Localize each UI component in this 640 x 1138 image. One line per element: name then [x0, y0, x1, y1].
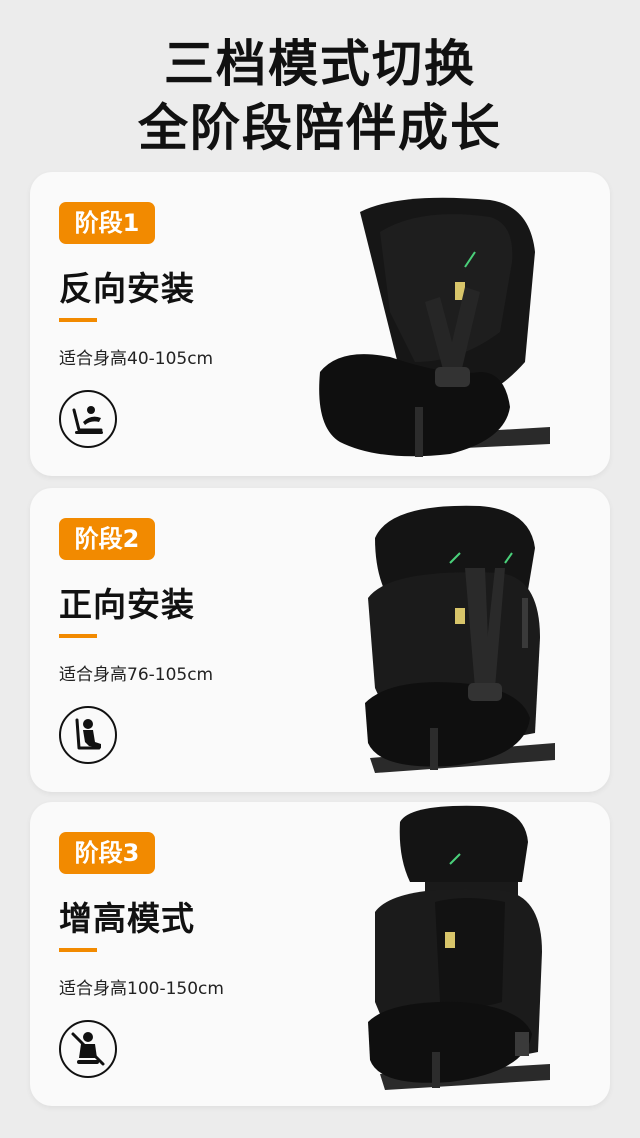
page-title-line2: 全阶段陪伴成长 — [138, 99, 502, 157]
stage-card-1: 阶段1 反向安装 适合身高40-105cm — [30, 172, 610, 476]
stage-mode-title: 反向安装 — [59, 269, 195, 308]
stage-card-3: 阶段3 增高模式 适合身高100-150cm — [30, 802, 610, 1106]
accent-divider — [59, 318, 97, 322]
stage-height-range: 适合身高76-105cm — [59, 665, 214, 685]
stage-badge: 阶段1 — [59, 202, 155, 244]
stage-badge: 阶段2 — [59, 518, 155, 560]
car-seat-forward-facing-image — [365, 505, 555, 773]
rear-facing-infant-seat-icon — [59, 390, 117, 448]
stage-height-range: 适合身高40-105cm — [59, 349, 214, 369]
page-title-line1: 三档模式切换 — [164, 35, 476, 93]
forward-facing-child-seat-icon — [59, 706, 117, 764]
stage-card-2: 阶段2 正向安装 适合身高76-105cm — [30, 488, 610, 792]
accent-divider — [59, 634, 97, 638]
booster-seatbelt-icon — [59, 1020, 117, 1078]
stage-mode-title: 正向安装 — [59, 585, 195, 624]
stage-mode-title: 增高模式 — [59, 899, 195, 938]
stage-height-range: 适合身高100-150cm — [59, 979, 224, 999]
stage-badge: 阶段3 — [59, 832, 155, 874]
accent-divider — [59, 948, 97, 952]
car-seat-booster-image — [368, 805, 550, 1090]
car-seat-rear-facing-image — [319, 197, 550, 457]
